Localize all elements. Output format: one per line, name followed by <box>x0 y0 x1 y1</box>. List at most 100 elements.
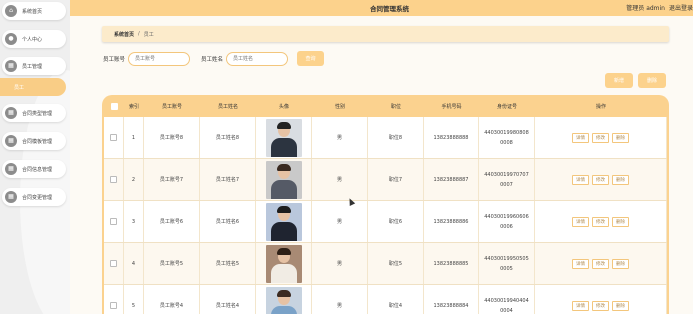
cell-gender: 男 <box>312 117 368 158</box>
cell-actions: 详情 修改 删除 <box>535 285 667 314</box>
edit-button[interactable]: 修改 <box>592 216 609 227</box>
header-id-card: 身份证号 <box>496 103 517 110</box>
employee-avatar <box>265 202 302 241</box>
row-checkbox[interactable] <box>110 260 117 267</box>
sidebar-item-profile[interactable]: ● 个人中心 <box>2 30 66 48</box>
cell-position: 职位7 <box>368 159 424 200</box>
row-delete-button[interactable]: 删除 <box>612 132 629 143</box>
cell-actions: 详情 修改 删除 <box>535 201 667 242</box>
delete-button[interactable]: 删除 <box>638 73 666 88</box>
row-delete-button[interactable]: 删除 <box>612 216 629 227</box>
row-checkbox[interactable] <box>110 176 117 183</box>
detail-button[interactable]: 详情 <box>572 174 589 185</box>
cell-avatar <box>256 243 312 284</box>
cell-account: 员工账号5 <box>144 243 200 284</box>
sidebar-item-employee[interactable]: ▦ 员工管理 <box>2 57 66 75</box>
edit-button[interactable]: 修改 <box>592 174 609 185</box>
cell-gender: 男 <box>312 285 368 314</box>
cell-position: 职位5 <box>368 243 424 284</box>
edit-button[interactable]: 修改 <box>592 132 609 143</box>
cell-actions: 详情 修改 删除 <box>535 159 667 200</box>
cell-name: 员工姓名8 <box>200 117 256 158</box>
sidebar-item-label: 合同类型管理 <box>22 110 53 117</box>
sidebar-item-contract-type[interactable]: ▦ 合同类型管理 <box>2 104 66 122</box>
cell-avatar <box>256 117 312 158</box>
header-name: 员工姓名 <box>217 103 238 110</box>
cell-phone: 13823888887 <box>424 159 479 200</box>
cell-phone: 13823888888 <box>424 117 479 158</box>
edit-button[interactable]: 修改 <box>592 258 609 269</box>
header-index: 索引 <box>128 103 139 110</box>
table-row: 5 员工账号4 员工姓名4 男职位4 13823888884 44030019940404… <box>104 285 667 314</box>
cell-index: 5 <box>124 285 144 314</box>
cell-name: 员工姓名7 <box>200 159 256 200</box>
cell-phone: 13823888886 <box>424 201 479 242</box>
detail-button[interactable]: 详情 <box>572 300 589 311</box>
search-account-label: 员工账号 <box>103 56 126 63</box>
cell-id-card: 440300199808080008 <box>479 117 535 158</box>
row-checkbox[interactable] <box>110 302 117 309</box>
add-button[interactable]: 新增 <box>605 73 633 88</box>
cell-position: 职位6 <box>368 201 424 242</box>
cell-gender: 男 <box>312 243 368 284</box>
row-select-cell <box>104 159 124 200</box>
top-bar: 合同管理系统 管理员 admin 退出登录 <box>70 0 693 16</box>
cell-account: 员工账号7 <box>144 159 200 200</box>
logout-link[interactable]: 退出登录 <box>669 3 693 12</box>
search-name-input[interactable] <box>226 51 289 66</box>
cell-id-card: 440300199404040004 <box>479 285 535 314</box>
grid-icon: ▦ <box>5 60 17 72</box>
cell-actions: 详情 修改 删除 <box>535 117 667 158</box>
header-position: 职位 <box>390 103 401 110</box>
sidebar-item-label: 个人中心 <box>22 36 43 43</box>
sidebar-item-contract-change[interactable]: ▦ 合同变更管理 <box>2 188 66 206</box>
sidebar-subitem-employee[interactable]: 员工 <box>0 78 66 96</box>
edit-button[interactable]: 修改 <box>592 300 609 311</box>
sidebar: ⌂ 系统首页 ● 个人中心 ▦ 员工管理 员工 ▦ 合同类型管理 ▦ 合同模板管… <box>0 0 70 314</box>
employee-avatar <box>265 118 302 157</box>
cell-actions: 详情 修改 删除 <box>535 243 667 284</box>
row-select-cell <box>104 117 124 158</box>
cell-phone: 13823888884 <box>424 285 479 314</box>
search-button[interactable]: 查询 <box>297 51 324 66</box>
grid-icon: ▦ <box>5 107 17 119</box>
user-info: 管理员 admin <box>626 5 665 12</box>
row-select-cell <box>104 201 124 242</box>
detail-button[interactable]: 详情 <box>572 258 589 269</box>
grid-icon: ▦ <box>5 163 17 175</box>
sidebar-item-label: 合同变更管理 <box>22 194 53 201</box>
row-delete-button[interactable]: 删除 <box>612 258 629 269</box>
breadcrumb-current: 员工 <box>143 31 154 38</box>
cell-avatar <box>256 159 312 200</box>
breadcrumb-home[interactable]: 系统首页 <box>114 31 134 38</box>
sidebar-item-label: 员工管理 <box>22 63 43 70</box>
cell-account: 员工账号8 <box>144 117 200 158</box>
sidebar-item-home[interactable]: ⌂ 系统首页 <box>2 2 66 20</box>
employee-avatar <box>265 286 302 314</box>
sidebar-item-contract-template[interactable]: ▦ 合同模板管理 <box>2 132 66 150</box>
detail-button[interactable]: 详情 <box>572 132 589 143</box>
cell-id-card: 440300199606060006 <box>479 201 535 242</box>
row-delete-button[interactable]: 删除 <box>612 300 629 311</box>
table-row: 4 员工账号5 员工姓名5 男职位5 13823888885 44030019950505… <box>104 243 667 285</box>
sidebar-item-contract-info[interactable]: ▦ 合同信息管理 <box>2 160 66 178</box>
cell-gender: 男 <box>312 159 368 200</box>
header-account: 员工账号 <box>161 103 182 110</box>
employee-table: 索引 员工账号 员工姓名 头像 性别 职位 手机号码 身份证号 操作 1 员工账号… <box>102 95 669 314</box>
table-header: 索引 员工账号 员工姓名 头像 性别 职位 手机号码 身份证号 操作 <box>104 95 667 117</box>
row-checkbox[interactable] <box>110 218 117 225</box>
search-account-input[interactable] <box>128 51 191 66</box>
select-all-checkbox[interactable] <box>110 102 118 110</box>
select-all-cell <box>104 102 124 110</box>
cell-index: 1 <box>124 117 144 158</box>
row-delete-button[interactable]: 删除 <box>612 174 629 185</box>
cell-index: 2 <box>124 159 144 200</box>
row-checkbox[interactable] <box>110 134 117 141</box>
detail-button[interactable]: 详情 <box>572 216 589 227</box>
home-icon: ⌂ <box>5 5 17 17</box>
app-title: 合同管理系统 <box>370 5 409 13</box>
cell-account: 员工账号6 <box>144 201 200 242</box>
cell-name: 员工姓名4 <box>200 285 256 314</box>
header-actions: 操作 <box>595 103 606 110</box>
search-name-label: 员工姓名 <box>201 56 224 63</box>
